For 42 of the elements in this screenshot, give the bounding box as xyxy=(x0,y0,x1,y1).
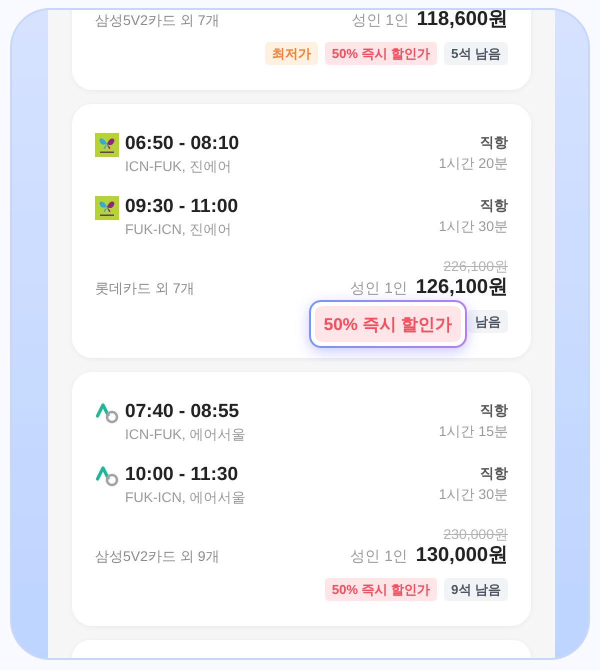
route-airline: FUK-ICN, 에어서울 xyxy=(125,488,246,507)
flight-times: 09:30 - 11:00 xyxy=(125,195,238,219)
flight-duration: 1시간 20분 xyxy=(438,154,508,173)
route-airline: ICN-FUK, 에어서울 xyxy=(125,425,246,444)
passenger-count: 성인 1인 xyxy=(351,11,409,31)
seats-left-badge: 5석 남음 xyxy=(444,42,508,65)
card-offer: 삼성5V2카드 외 7개 xyxy=(95,10,220,30)
butterfly-logo-icon xyxy=(95,133,119,157)
fare-price: 118,600원 xyxy=(416,10,508,31)
seats-left-badge: 남음 xyxy=(468,310,508,333)
route-airline: FUK-ICN, 진에어 xyxy=(125,220,233,239)
fare-price: 130,000원 xyxy=(416,544,508,567)
original-price: 226,100원 xyxy=(443,257,508,276)
fare-price: 126,100원 xyxy=(416,276,508,299)
passenger-count: 성인 1인 xyxy=(350,279,408,299)
route-airline: ICN-FUK, 진에어 xyxy=(125,157,233,176)
card-offer: 삼성5V2카드 외 9개 xyxy=(95,546,220,566)
flight-card[interactable]: 07:40 - 08:55 ICN-FUK, 에어서울 직항 1시간 15분 10:00 - 11:30 FUK-ICN, 에어서울 직항 1시간 30분 230,000원 삼성5V2카드 외 9개 성인 1인 130,000원 50% 즉시 할인가 9석 남음 xyxy=(72,372,531,626)
flight-card[interactable]: 06:50 - 08:10 ICN-FUK, 진에어 직항 1시간 20분 09:30 - 11:00 FUK-ICN, 진에어 직항 1시간 30분 226,100원 롯데카드 외 7개 성인 1인 126,100원 50% 즉시 할인가 남음 xyxy=(72,104,531,358)
flight-times: 07:40 - 08:55 xyxy=(125,400,240,424)
flight-duration: 1시간 30분 xyxy=(438,485,508,504)
card-offer: 롯데카드 외 7개 xyxy=(95,278,195,298)
discount-badge: 50% 즉시 할인가 xyxy=(315,306,461,342)
flight-times: 10:00 - 11:30 xyxy=(125,463,240,487)
discount-badge: 50% 즉시 할인가 xyxy=(324,42,438,65)
lowest-price-badge: 최저가 xyxy=(264,42,318,65)
stops-label: 직항 xyxy=(480,133,508,152)
flight-card[interactable]: 삼성5V2카드 외 7개 성인 1인 118,600원 최저가 50% 즉시 할인가 5석 남음 xyxy=(72,10,531,90)
chevron-ring-logo-icon xyxy=(95,402,119,424)
original-price: 230,000원 xyxy=(443,525,508,544)
butterfly-logo-icon xyxy=(95,196,119,220)
seats-left-badge: 9석 남음 xyxy=(444,578,508,601)
flight-duration: 1시간 15분 xyxy=(438,422,508,441)
passenger-count: 성인 1인 xyxy=(350,547,408,567)
stops-label: 직항 xyxy=(480,196,508,215)
stops-label: 직항 xyxy=(480,401,508,420)
chevron-ring-logo-icon xyxy=(95,465,119,487)
flight-duration: 1시간 30분 xyxy=(438,217,508,236)
discount-badge: 50% 즉시 할인가 xyxy=(324,578,438,601)
flight-times: 06:50 - 08:10 xyxy=(125,132,240,156)
flight-card[interactable] xyxy=(72,640,531,658)
stops-label: 직항 xyxy=(480,464,508,483)
